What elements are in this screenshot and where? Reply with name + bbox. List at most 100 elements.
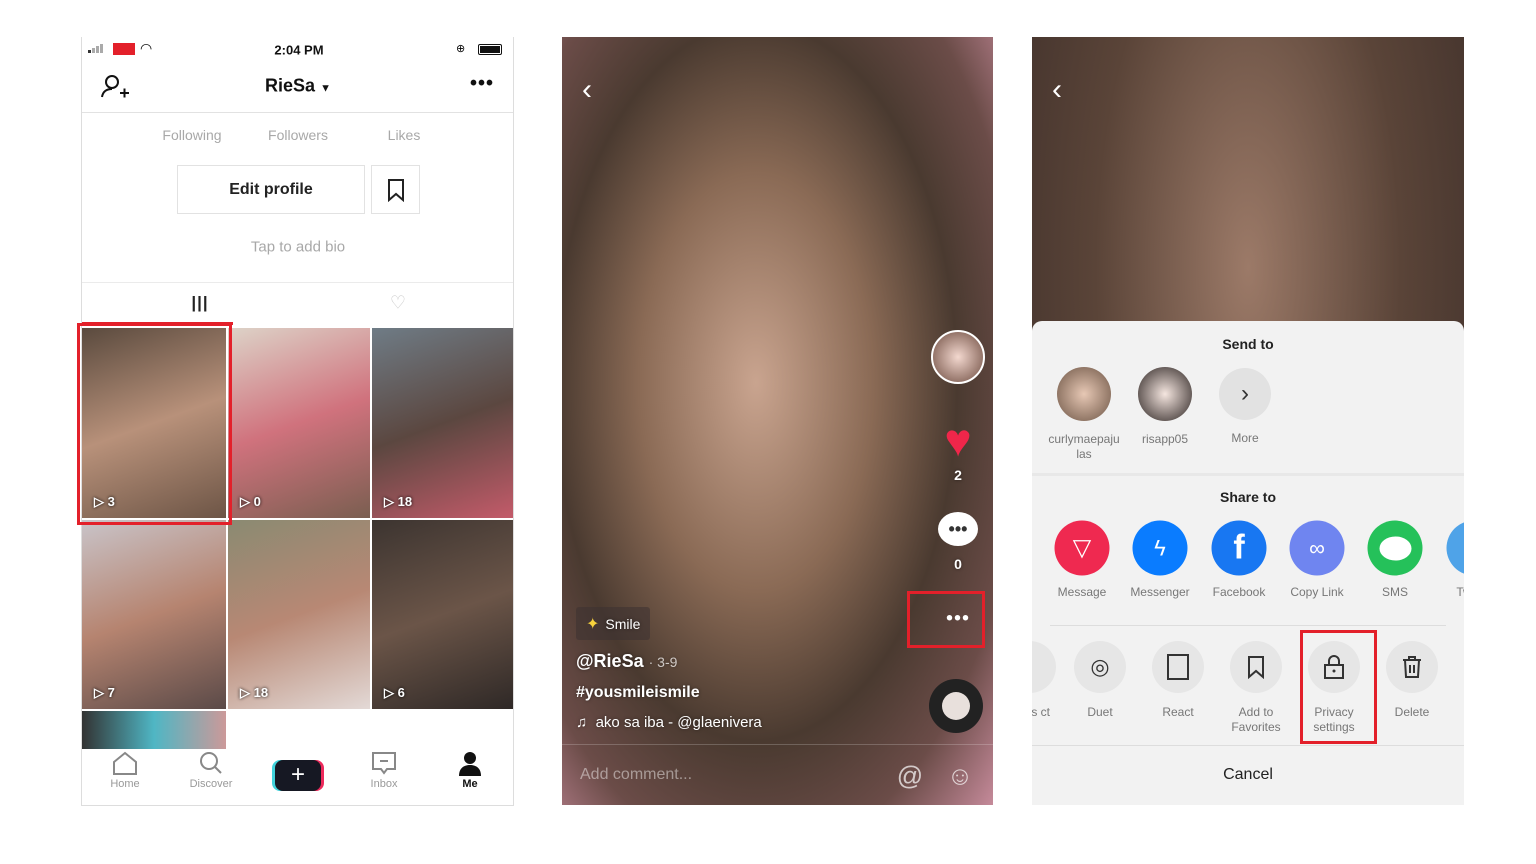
nav-discover-label: Discover (189, 778, 233, 790)
video-thumbnail[interactable]: ▷ 7 (82, 520, 226, 709)
share-messenger[interactable]: ϟ (1132, 520, 1188, 576)
more-contacts-chevron-icon[interactable]: › (1219, 368, 1271, 420)
send-arrow-icon: ▽ (1072, 534, 1092, 562)
inbox-icon (372, 752, 396, 775)
wifi-icon: ◠ (140, 40, 153, 56)
share-to-title: Share to (1219, 489, 1277, 505)
facebook-icon: f (1233, 528, 1245, 567)
action-label: React (1162, 705, 1194, 719)
share-sheet-screen: ‹ Send to curlymaepaju las risapp05 › Mo… (1032, 37, 1464, 805)
action-label: his ct (1032, 705, 1050, 719)
section-divider (1032, 473, 1464, 476)
author-line: @RieSa · 3-9 (576, 651, 677, 672)
search-icon (200, 752, 222, 774)
stat-likes[interactable]: Likes (388, 127, 421, 143)
video-thumbnail[interactable] (82, 711, 226, 749)
duet-icon: ◎ (1090, 654, 1110, 679)
video-thumbnail[interactable]: ▷ 0 (228, 328, 370, 518)
music-title: ako sa iba - @glaenivera (595, 714, 762, 731)
video-thumbnail[interactable]: ▷ 18 (228, 520, 370, 709)
comment-divider (562, 744, 993, 745)
cancel-button[interactable]: Cancel (1223, 766, 1273, 784)
action-duet[interactable]: ◎ (1074, 641, 1126, 693)
like-count: 2 (954, 467, 962, 483)
share-message[interactable]: ▽ (1054, 520, 1110, 576)
action-partial[interactable] (1032, 641, 1056, 693)
nav-inbox[interactable]: Inbox (354, 750, 414, 791)
view-count: ▷ 7 (94, 685, 115, 700)
view-count: ▷ 18 (240, 685, 269, 700)
view-count: ▷ 18 (384, 494, 413, 509)
nav-inbox-label: Inbox (370, 778, 398, 790)
username: RieSa (265, 75, 316, 96)
create-video-button[interactable]: + (275, 760, 321, 791)
effect-chip[interactable]: ✦ Smile (576, 607, 651, 640)
chat-bubble-icon (1379, 536, 1411, 560)
action-label: Duet (1087, 705, 1113, 719)
video-thumbnail[interactable]: ▷ 18 (372, 328, 513, 518)
share-twitter[interactable] (1446, 520, 1464, 576)
highlight-video-thumbnail (77, 323, 232, 525)
share-copy-link[interactable]: ∞ (1289, 520, 1345, 576)
effect-name: Smile (605, 615, 641, 632)
bio-placeholder[interactable]: Tap to add bio (251, 239, 345, 256)
more-contacts-label: More (1231, 431, 1259, 445)
add-comment-input[interactable]: Add comment... (580, 766, 692, 784)
nav-me[interactable]: Me (440, 750, 500, 791)
carrier-redacted (113, 43, 135, 55)
post-date: · 3-9 (648, 654, 678, 670)
account-switcher[interactable]: RieSa ▼ (265, 76, 331, 97)
more-options-icon[interactable]: ••• (470, 73, 494, 96)
liked-tab-heart-icon[interactable]: ♡ (390, 293, 406, 314)
react-icon (1167, 654, 1189, 680)
mention-at-icon[interactable]: @ (897, 761, 923, 792)
nav-discover[interactable]: Discover (181, 750, 241, 791)
add-friend-icon[interactable] (101, 73, 131, 101)
back-arrow-icon[interactable]: ‹ (582, 73, 592, 107)
messenger-icon: ϟ (1154, 535, 1166, 560)
contact-avatar[interactable] (1057, 367, 1111, 421)
share-label: Copy Link (1290, 585, 1344, 599)
trash-icon (1403, 656, 1421, 678)
music-disc[interactable] (929, 679, 983, 733)
nav-home[interactable]: Home (95, 750, 155, 791)
video-player-screen: ‹ ♥ 2 ••• 0 ••• ✦ Smile @RieSa · 3-9 #you… (562, 37, 993, 805)
video-thumbnail[interactable]: ▷ 6 (372, 520, 513, 709)
link-icon: ∞ (1309, 535, 1325, 560)
highlight-more-options (907, 591, 985, 648)
back-arrow-icon[interactable]: ‹ (1052, 73, 1062, 107)
action-react[interactable] (1152, 641, 1204, 693)
music-line[interactable]: ♫ ako sa iba - @glaenivera (576, 714, 762, 731)
like-heart-icon[interactable]: ♥ (944, 413, 971, 467)
action-label: Add to Favorites (1231, 705, 1281, 734)
share-facebook[interactable]: f (1211, 520, 1267, 576)
contact-avatar[interactable] (1138, 367, 1192, 421)
highlight-privacy-settings (1300, 630, 1377, 744)
home-icon (113, 751, 137, 775)
music-note-icon: ♫ (576, 714, 588, 731)
nav-me-label: Me (462, 778, 478, 790)
hashtag-caption[interactable]: #yousmileismile (576, 684, 700, 702)
creator-avatar[interactable] (931, 330, 985, 384)
action-delete[interactable] (1386, 641, 1438, 693)
edit-profile-button[interactable]: Edit profile (177, 165, 365, 214)
bookmark-icon (387, 178, 404, 202)
author-handle[interactable]: @RieSa (576, 651, 644, 671)
share-label: Facebook (1212, 585, 1266, 599)
action-label: Delete (1394, 705, 1430, 719)
share-label: Messenger (1130, 585, 1190, 599)
header-divider (82, 112, 513, 113)
comment-icon[interactable]: ••• (938, 512, 978, 546)
action-add-to-favorites[interactable] (1230, 641, 1282, 693)
emoji-icon[interactable]: ☺ (947, 761, 974, 792)
share-sms[interactable] (1367, 520, 1423, 576)
comment-count: 0 (954, 556, 962, 572)
share-label: Tw (1456, 585, 1464, 599)
send-to-title: Send to (1222, 336, 1274, 352)
stat-following[interactable]: Following (162, 127, 221, 143)
share-label: SMS (1381, 585, 1409, 599)
favorites-button[interactable] (371, 165, 420, 214)
sparkle-wand-icon: ✦ (586, 615, 600, 633)
videos-tab-grid-icon[interactable]: ||| (191, 293, 208, 313)
stat-followers[interactable]: Followers (268, 127, 328, 143)
